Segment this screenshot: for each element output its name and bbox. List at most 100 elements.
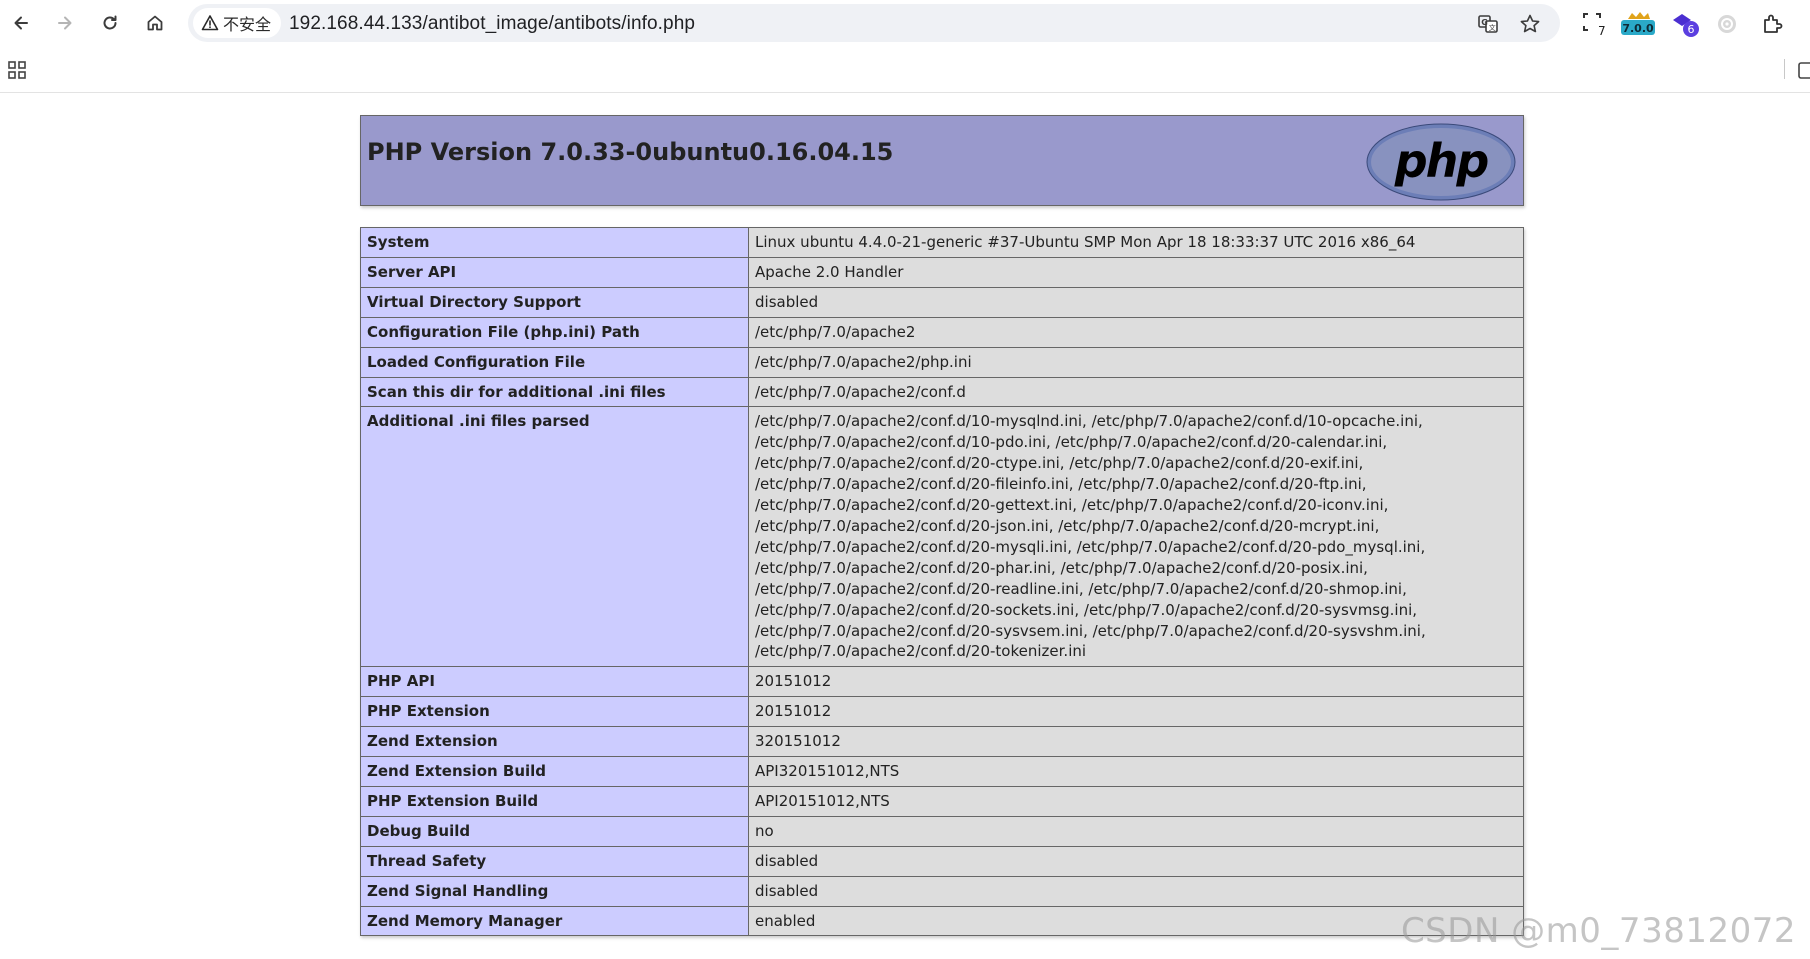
table-row: Additional .ini files parsed/etc/php/7.0… bbox=[360, 406, 1524, 668]
php-info-table: System Linux ubuntu 4.4.0-21-generic #37-… bbox=[360, 227, 1524, 937]
row-value: disabled bbox=[748, 875, 1524, 907]
row-key: Virtual Directory Support bbox=[360, 286, 749, 318]
table-row: Zend Signal Handling disabled bbox=[360, 875, 1524, 907]
row-value: no bbox=[748, 815, 1524, 847]
reload-icon bbox=[103, 15, 117, 30]
row-key: Debug Build bbox=[360, 815, 749, 847]
row-value-line: /etc/php/7.0/apache2/conf.d/20-json.ini,… bbox=[755, 516, 1380, 535]
back-button[interactable] bbox=[6, 8, 36, 38]
bookmarks-divider bbox=[1784, 59, 1785, 79]
row-value: Apache 2.0 Handler bbox=[748, 256, 1524, 288]
php-logo-icon: php bbox=[1366, 123, 1516, 201]
php-logo-text: php bbox=[1394, 134, 1489, 188]
row-key: Zend Memory Manager bbox=[360, 905, 749, 937]
warning-icon bbox=[201, 15, 219, 31]
row-key: System bbox=[360, 227, 749, 258]
table-row: Thread Safety disabled bbox=[360, 845, 1524, 877]
row-value-line: /etc/php/7.0/apache2/conf.d/20-sysvsem.i… bbox=[755, 621, 1426, 640]
row-value-line: /etc/php/7.0/apache2/conf.d/10-pdo.ini, … bbox=[755, 433, 1388, 452]
address-bar[interactable]: 不安全 192.168.44.133/antibot_image/antibot… bbox=[188, 4, 1560, 42]
page-content: PHP Version 7.0.33-0ubuntu0.16.04.15 php… bbox=[0, 93, 1810, 959]
php-logo-link[interactable]: php bbox=[1365, 122, 1517, 202]
security-label: 不安全 bbox=[223, 17, 272, 34]
row-value: Linux ubuntu 4.4.0-21-generic #37-Ubuntu… bbox=[748, 227, 1524, 258]
row-value-line: /etc/php/7.0/apache2/conf.d/20-readline.… bbox=[755, 579, 1407, 598]
row-value: API320151012,NTS bbox=[748, 756, 1524, 787]
table-row: Scan this dir for additional .ini files /… bbox=[360, 376, 1524, 408]
star-icon bbox=[1520, 14, 1540, 33]
php-version-title: PHP Version 7.0.33-0ubuntu0.16.04.15 bbox=[367, 138, 894, 166]
row-key: Thread Safety bbox=[360, 845, 749, 877]
row-value: /etc/php/7.0/apache2/conf.d/10-mysqlnd.i… bbox=[748, 406, 1524, 668]
row-key: Server API bbox=[360, 256, 749, 288]
arrow-right-icon bbox=[58, 16, 72, 30]
hackbar-icon: 7.0.0 bbox=[1621, 12, 1655, 35]
row-key: Zend Signal Handling bbox=[360, 875, 749, 907]
table-row: Zend Extension 320151012 bbox=[360, 726, 1524, 758]
extension-1-button[interactable]: 7 bbox=[1580, 10, 1610, 38]
table-row: Zend Extension Build API320151012,NTS bbox=[360, 756, 1524, 787]
row-value: /etc/php/7.0/apache2 bbox=[748, 316, 1524, 348]
flower-icon bbox=[1718, 15, 1736, 33]
extension-3-badge: 6 bbox=[1688, 23, 1695, 36]
row-value: 20151012 bbox=[748, 696, 1524, 728]
table-row: Server API Apache 2.0 Handler bbox=[360, 256, 1524, 288]
row-key: Configuration File (php.ini) Path bbox=[360, 316, 749, 348]
table-row: Loaded Configuration File/etc/php/7.0/ap… bbox=[360, 346, 1524, 378]
table-row: PHP Extension Build API20151012,NTS bbox=[360, 785, 1524, 817]
folder-icon bbox=[1798, 62, 1810, 79]
apps-grid-icon bbox=[8, 61, 26, 79]
home-button[interactable] bbox=[140, 8, 170, 38]
row-key: Zend Extension Build bbox=[360, 756, 749, 787]
svg-text:文: 文 bbox=[1489, 23, 1496, 32]
row-value: /etc/php/7.0/apache2/php.ini bbox=[748, 346, 1524, 378]
watermark: CSDN @m0_73812072 bbox=[1400, 911, 1796, 951]
row-value: 320151012 bbox=[748, 726, 1524, 758]
puzzle-icon bbox=[1764, 14, 1783, 33]
row-value: disabled bbox=[748, 286, 1524, 318]
row-value-line: /etc/php/7.0/apache2/conf.d/10-mysqlnd.i… bbox=[755, 412, 1423, 431]
extension-3-button[interactable]: 6 bbox=[1670, 10, 1702, 38]
table-row: Debug Build no bbox=[360, 815, 1524, 847]
table-row: Virtual Directory Support disabled bbox=[360, 286, 1524, 318]
reload-button[interactable] bbox=[95, 8, 125, 38]
row-value-line: /etc/php/7.0/apache2/conf.d/20-tokenizer… bbox=[755, 642, 1087, 661]
table-row: System Linux ubuntu 4.4.0-21-generic #37-… bbox=[360, 227, 1524, 258]
table-row: Configuration File (php.ini) Path/etc/ph… bbox=[360, 316, 1524, 348]
extension-4-button[interactable] bbox=[1714, 10, 1740, 38]
row-value-line: /etc/php/7.0/apache2/conf.d/20-gettext.i… bbox=[755, 496, 1389, 515]
row-value: 20151012 bbox=[748, 666, 1524, 698]
bookmark-star-button[interactable] bbox=[1518, 12, 1542, 36]
apps-button[interactable] bbox=[6, 59, 28, 81]
extensions-menu-button[interactable] bbox=[1758, 10, 1788, 38]
arrow-left-icon bbox=[14, 16, 28, 30]
browser-toolbar: 不安全 192.168.44.133/antibot_image/antibot… bbox=[0, 0, 1810, 46]
home-icon bbox=[147, 15, 163, 31]
row-key: Loaded Configuration File bbox=[360, 346, 749, 378]
row-value: /etc/php/7.0/apache2/conf.d bbox=[748, 376, 1524, 408]
row-value: API20151012,NTS bbox=[748, 785, 1524, 817]
extension-2-button[interactable]: 7.0.0 bbox=[1618, 10, 1658, 38]
row-value-line: /etc/php/7.0/apache2/conf.d/20-ctype.ini… bbox=[755, 454, 1364, 473]
forward-button[interactable] bbox=[50, 8, 80, 38]
php-header: PHP Version 7.0.33-0ubuntu0.16.04.15 php bbox=[360, 115, 1524, 206]
row-key: PHP API bbox=[360, 666, 749, 698]
all-bookmarks-button[interactable] bbox=[1796, 59, 1810, 81]
row-key: Zend Extension bbox=[360, 726, 749, 758]
security-chip[interactable]: 不安全 bbox=[193, 8, 282, 38]
capture-icon: 7 bbox=[1583, 13, 1606, 38]
row-value: disabled bbox=[748, 845, 1524, 877]
table-row: PHP Extension 20151012 bbox=[360, 696, 1524, 728]
wappalyzer-icon: 6 bbox=[1673, 14, 1699, 37]
row-value-line: /etc/php/7.0/apache2/conf.d/20-mysqli.in… bbox=[755, 537, 1426, 556]
row-key: PHP Extension Build bbox=[360, 785, 749, 817]
table-row: PHP API 20151012 bbox=[360, 666, 1524, 698]
row-value-line: /etc/php/7.0/apache2/conf.d/20-sockets.i… bbox=[755, 600, 1418, 619]
translate-button[interactable]: G文 bbox=[1476, 12, 1500, 36]
row-key: Additional .ini files parsed bbox=[360, 406, 749, 668]
url-text[interactable]: 192.168.44.133/antibot_image/antibots/in… bbox=[289, 13, 695, 35]
table-row: Zend Memory Manager enabled bbox=[360, 905, 1524, 937]
row-key: PHP Extension bbox=[360, 696, 749, 728]
extension-2-badge: 7.0.0 bbox=[1622, 22, 1654, 35]
bookmarks-bar bbox=[0, 46, 1810, 93]
